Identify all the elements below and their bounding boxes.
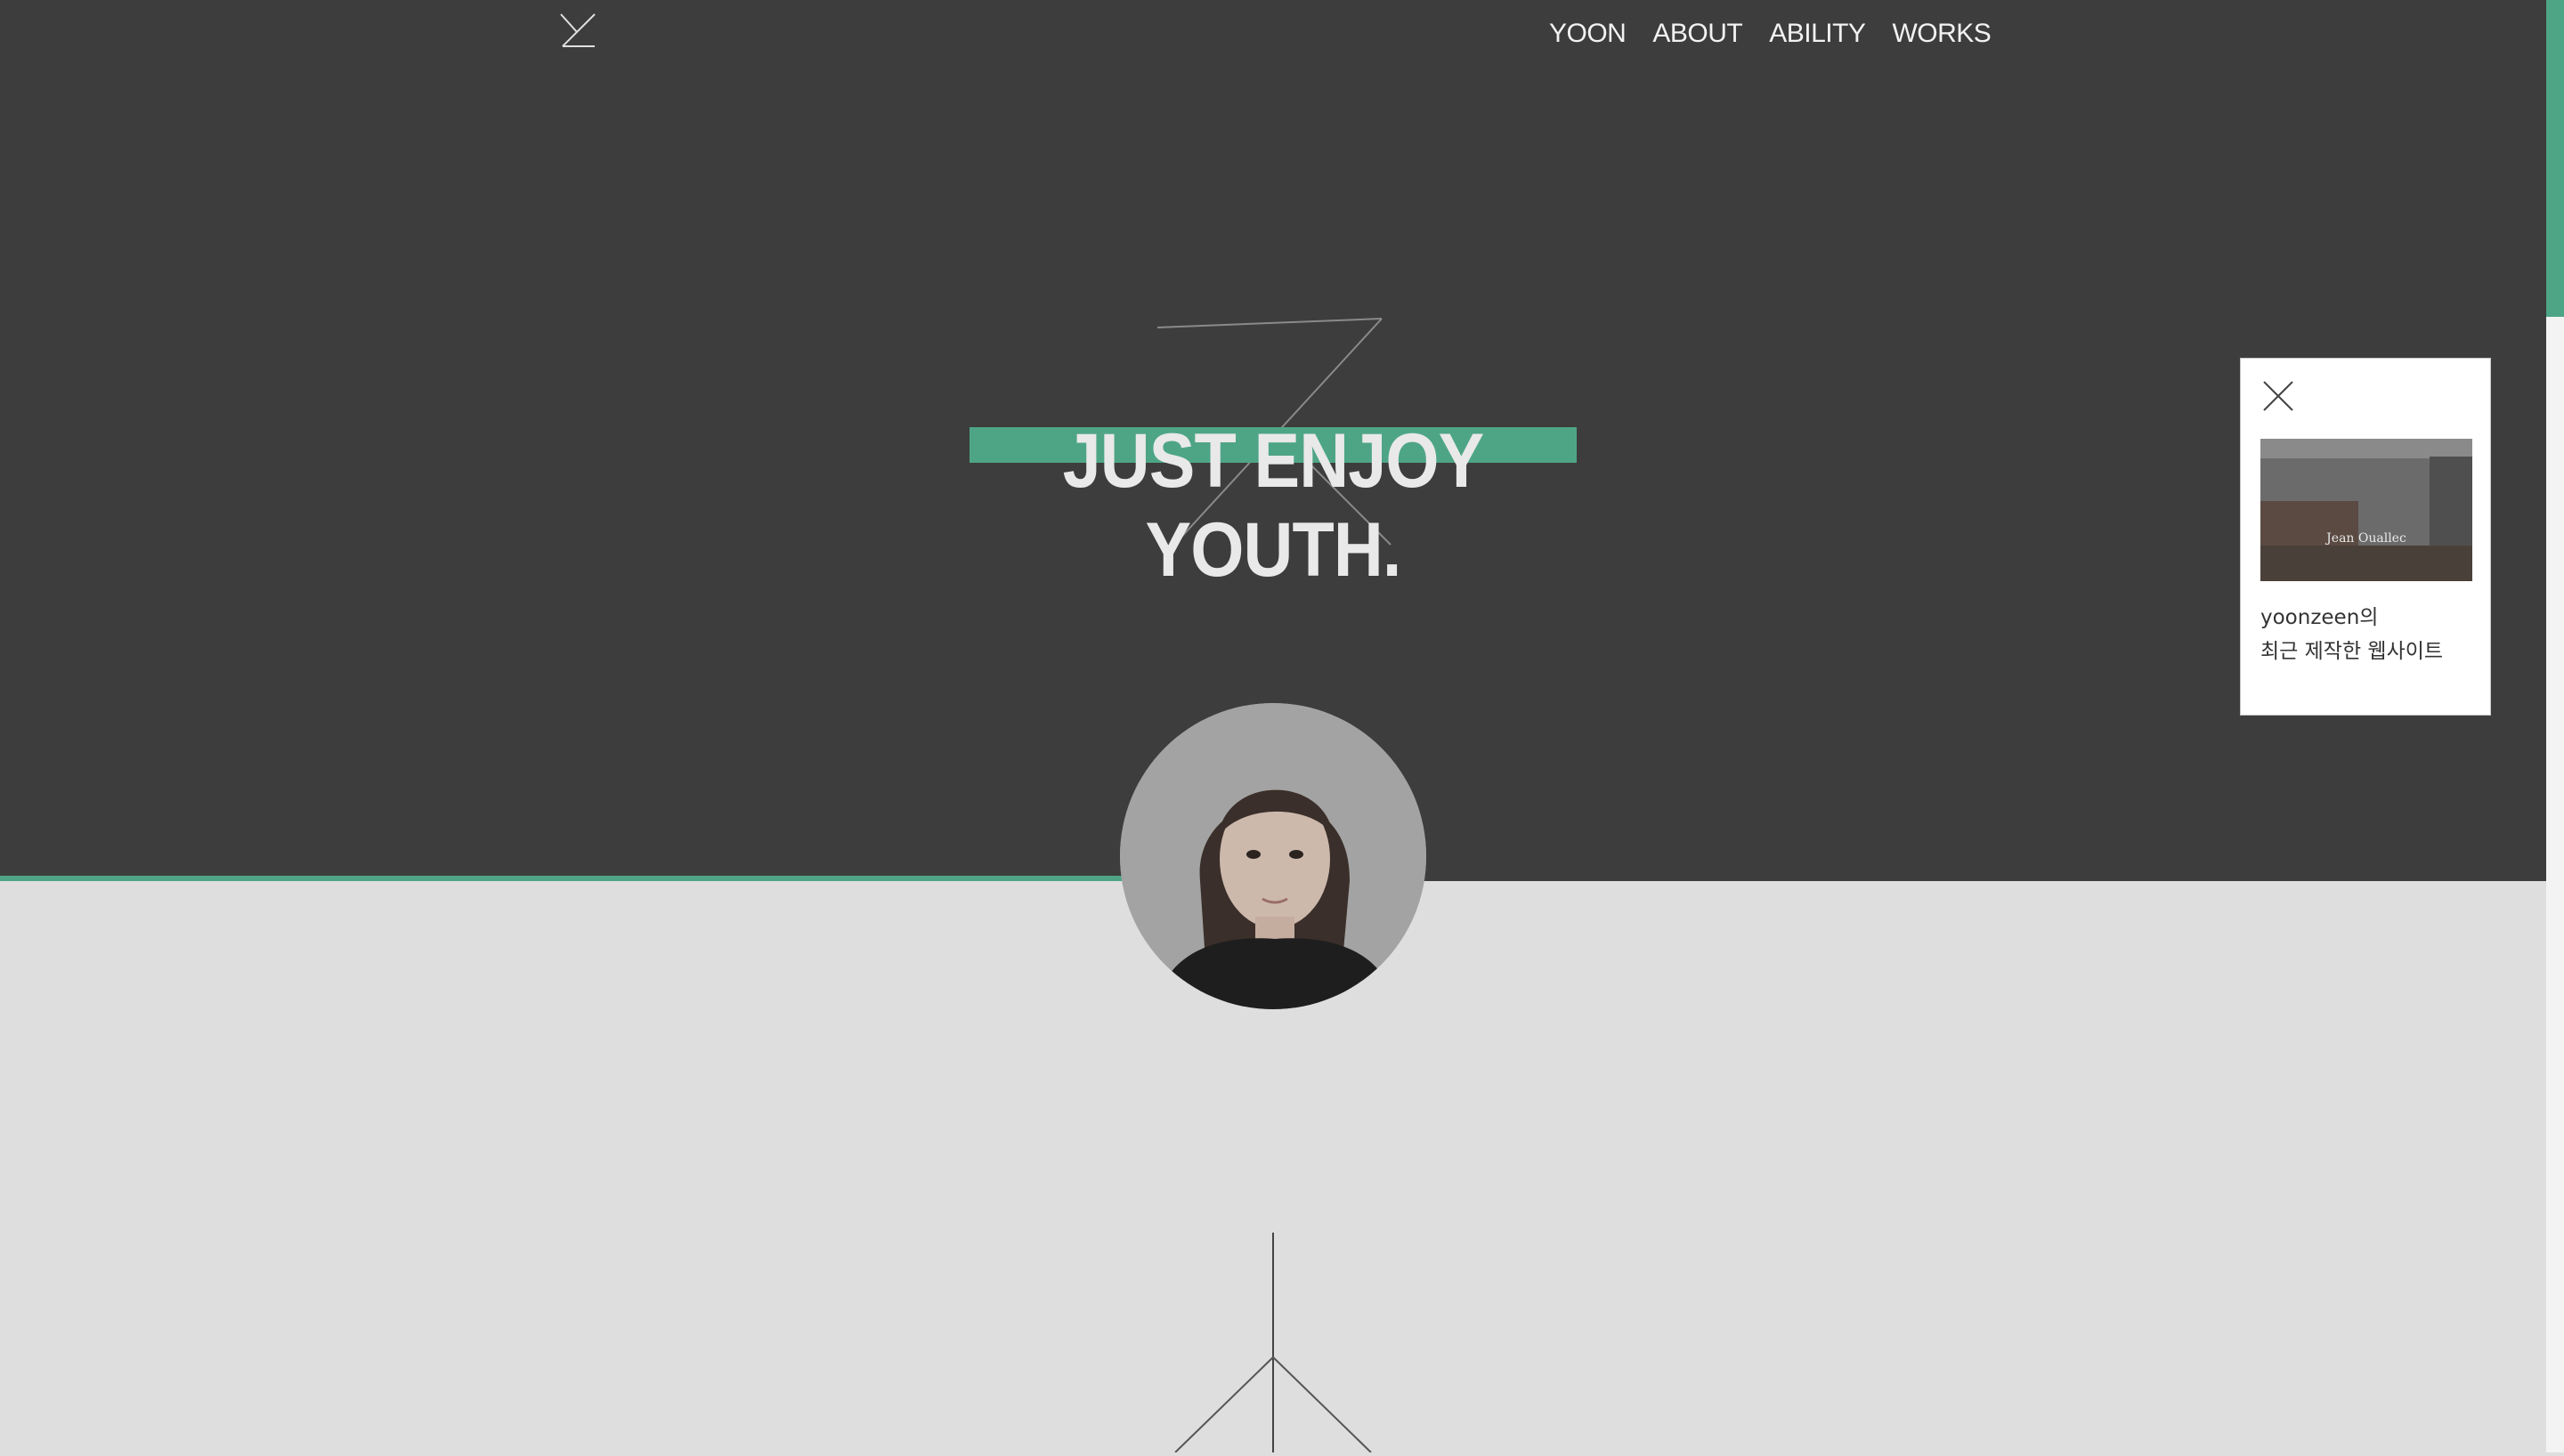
nav-yoon[interactable]: YOON — [1549, 14, 1627, 53]
close-icon[interactable] — [2260, 378, 2296, 414]
hero-headline: JUST ENJOY YOUTH. — [1062, 417, 1485, 593]
nav-about[interactable]: ABOUT — [1652, 14, 1742, 53]
popup-line-1: yoonzeen의 — [2260, 606, 2379, 629]
scrollbar-thumb[interactable] — [2546, 0, 2564, 317]
nav-works[interactable]: WORKS — [1892, 14, 1991, 53]
thumbnail-caption: Jean Ouallec — [2325, 531, 2406, 546]
recent-website-popup: Jean Ouallec yoonzeen의 최근 제작한 웹사이트 — [2240, 358, 2491, 716]
hero-accent-line — [0, 876, 1264, 881]
popup-line-2: 최근 제작한 웹사이트 — [2260, 640, 2444, 663]
logo-icon[interactable] — [559, 12, 598, 50]
main-nav: YOON ABOUT ABILITY WORKS — [1549, 14, 1992, 53]
popup-description: yoonzeen의 최근 제작한 웹사이트 — [2260, 601, 2474, 668]
profile-avatar — [1120, 703, 1426, 1009]
website-thumbnail[interactable]: Jean Ouallec — [2260, 439, 2472, 581]
bottom-decoration — [1166, 1233, 1380, 1453]
nav-ability[interactable]: ABILITY — [1769, 14, 1866, 53]
